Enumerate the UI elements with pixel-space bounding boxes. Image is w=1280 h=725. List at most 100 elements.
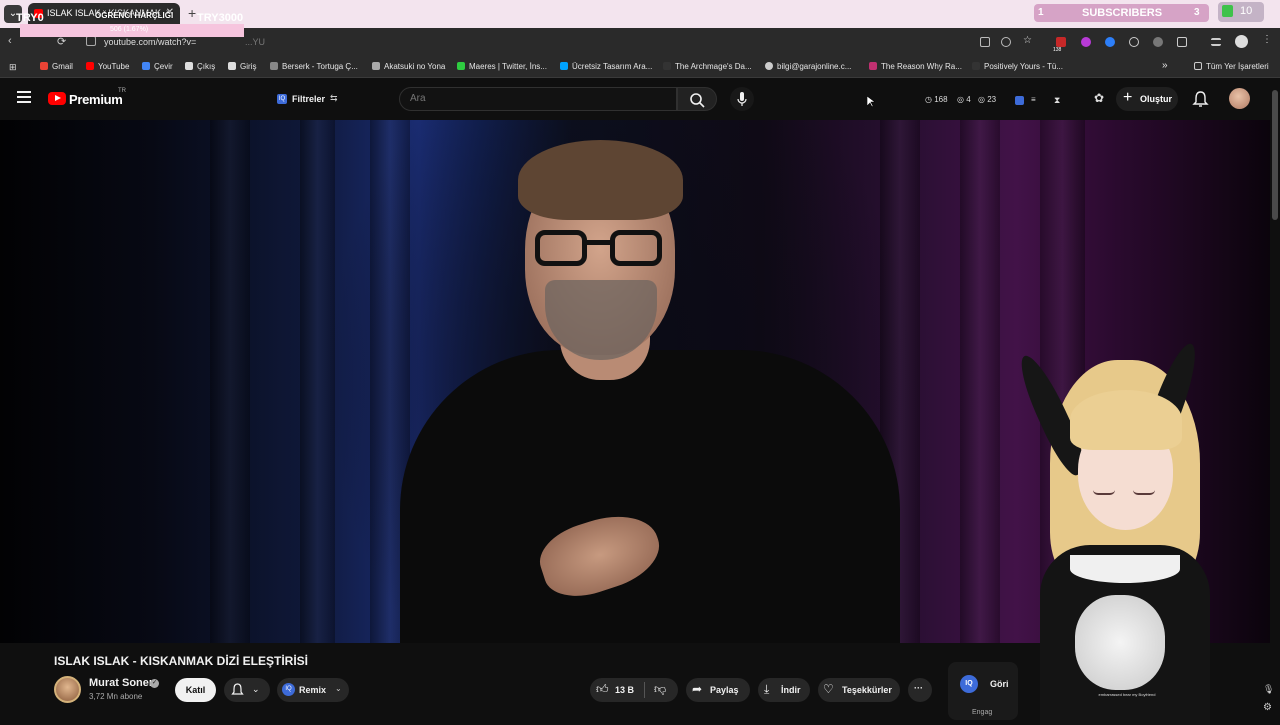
bookmark-cevir[interactable]: Çevir bbox=[142, 62, 173, 71]
youtube-logo-icon[interactable] bbox=[48, 92, 66, 105]
mini-microphone-icon[interactable]: 🎙︎ bbox=[1263, 684, 1274, 695]
bookmark-archmage[interactable]: The Archmage's Da... bbox=[663, 62, 752, 71]
vtuber-shirt-text: embarrassed bear my Boyfriend bbox=[1098, 692, 1156, 697]
dislike-icon[interactable]: 👎︎ bbox=[654, 683, 666, 696]
extension-badge: 138 bbox=[1053, 47, 1062, 53]
create-button[interactable]: + Oluştur bbox=[1116, 87, 1178, 111]
likes-stat: ◎ 4 bbox=[957, 95, 971, 104]
bookmark-youtube[interactable]: YouTube bbox=[86, 62, 129, 71]
extensions-puzzle-icon[interactable] bbox=[1177, 37, 1187, 47]
voice-search-button[interactable] bbox=[730, 87, 754, 111]
side-panel-subtext: Engag bbox=[972, 709, 993, 716]
bell-icon bbox=[231, 683, 244, 695]
bookmark-bilgi[interactable]: bilgi@garajonline.c... bbox=[765, 62, 851, 71]
bookmark-cikis[interactable]: Çıkış bbox=[185, 62, 215, 71]
join-button[interactable]: Katıl bbox=[175, 678, 216, 702]
bookmark-maeres[interactable]: Maeres | Twitter, İns... bbox=[457, 62, 547, 71]
hourglass-icon[interactable]: ⧗ bbox=[1054, 95, 1060, 106]
iq-icon: IQ bbox=[277, 94, 287, 104]
search-icon bbox=[690, 93, 705, 108]
youtube-header: Premium TR IQ Filtreler ⇆ ◷ 168 ◎ 4 ◎ 23… bbox=[0, 78, 1280, 120]
share-icon: ➦ bbox=[692, 682, 703, 696]
donation-goal-label: ÖĞRENCİ HARÇLIĞI bbox=[95, 11, 174, 20]
chevron-down-icon: ⌄ bbox=[252, 684, 260, 694]
presenter-shirt bbox=[400, 350, 900, 643]
menu-icon[interactable] bbox=[17, 91, 31, 103]
views-stat: ◷ 168 bbox=[925, 95, 948, 104]
url-tail[interactable]: ...YU bbox=[245, 37, 265, 47]
new-tab-button[interactable]: + bbox=[188, 5, 196, 21]
bookmark-site-icon bbox=[663, 62, 671, 70]
thanks-label: Teşekkürler bbox=[842, 685, 892, 695]
download-label: İndir bbox=[781, 685, 801, 695]
bookmarks-overflow-button[interactable]: » bbox=[1162, 60, 1168, 71]
translate-icon bbox=[142, 62, 150, 70]
filters-button[interactable]: IQ Filtreler ⇆ bbox=[270, 88, 346, 110]
comments-stat: ◎ 23 bbox=[978, 95, 997, 104]
browser-menu-icon[interactable]: ⋮ bbox=[1262, 34, 1272, 45]
goal-target-amount: TRY3000 bbox=[197, 12, 244, 24]
profile-avatar-icon[interactable] bbox=[1235, 35, 1248, 48]
apps-grid-icon[interactable]: ⊞ bbox=[9, 62, 17, 73]
url-text[interactable]: youtube.com/watch?v= bbox=[104, 37, 196, 47]
bookmark-site-icon bbox=[372, 62, 380, 70]
bookmark-reason[interactable]: The Reason Why Ra... bbox=[869, 62, 962, 71]
bookmark-site-icon bbox=[457, 62, 465, 70]
more-actions-button[interactable]: ··· bbox=[908, 678, 932, 702]
globe-icon bbox=[765, 62, 773, 70]
filters-label: Filtreler bbox=[292, 94, 326, 104]
cast-icon[interactable] bbox=[980, 37, 990, 47]
bookmark-page-icon bbox=[185, 62, 193, 70]
list-icon[interactable]: ≡ bbox=[1031, 95, 1036, 104]
search-box[interactable] bbox=[399, 87, 677, 111]
side-panel-label: Göri bbox=[990, 679, 1009, 689]
bookmark-positively[interactable]: Positively Yours - Tü... bbox=[972, 62, 1063, 71]
more-icon: ··· bbox=[914, 683, 923, 693]
channel-avatar[interactable] bbox=[54, 676, 81, 703]
site-info-icon[interactable] bbox=[86, 36, 96, 46]
subscribers-widget: 1 SUBSCRIBERS 3 bbox=[1034, 4, 1209, 22]
search-button[interactable] bbox=[677, 87, 717, 111]
curtain-fold bbox=[210, 120, 250, 643]
extension-blue-icon[interactable] bbox=[1105, 37, 1115, 47]
extension-purple-icon[interactable] bbox=[1081, 37, 1091, 47]
bulb-icon[interactable] bbox=[1129, 37, 1139, 47]
side-panel-card[interactable]: IQ Göri Engag bbox=[948, 662, 1018, 720]
bookmarks-bar: ⊞ Gmail YouTube Çevir Çıkış Giriş Berser… bbox=[0, 56, 1280, 78]
remix-label: Remix bbox=[299, 685, 327, 695]
all-bookmarks-folder[interactable]: Tüm Yer İşaretleri bbox=[1194, 62, 1269, 71]
hide-eye-icon[interactable] bbox=[1001, 37, 1011, 47]
iq-extension-icon[interactable] bbox=[1015, 96, 1024, 105]
remix-button[interactable]: IQ Remix ⌄ bbox=[277, 678, 349, 702]
mouse-cursor-icon bbox=[867, 96, 875, 108]
channel-name[interactable]: Murat Soner bbox=[89, 677, 153, 689]
donation-progress-bar: 506 (1.67%) bbox=[20, 24, 244, 37]
bookmark-star-icon[interactable]: ☆ bbox=[1023, 35, 1033, 46]
cloud-icon[interactable] bbox=[1153, 37, 1163, 47]
page-scrollbar[interactable] bbox=[1272, 90, 1278, 220]
like-dislike-group: 👍︎ 13 B 👎︎ bbox=[590, 678, 678, 702]
thanks-button[interactable]: ♡ Teşekkürler bbox=[818, 678, 900, 702]
counter-value: 10 bbox=[1240, 5, 1253, 17]
account-avatar[interactable] bbox=[1229, 88, 1250, 109]
curtain-fold bbox=[960, 120, 1000, 643]
bookmark-giris[interactable]: Giriş bbox=[228, 62, 256, 71]
bookmark-gmail[interactable]: Gmail bbox=[40, 62, 73, 71]
subscription-bell-button[interactable]: ⌄ bbox=[224, 678, 270, 702]
share-button[interactable]: ➦ Paylaş bbox=[686, 678, 750, 702]
download-button[interactable]: ⤓ İndir bbox=[758, 678, 810, 702]
reading-list-icon[interactable] bbox=[1211, 38, 1221, 46]
youtube-premium-logo[interactable]: Premium bbox=[69, 92, 123, 107]
like-icon[interactable]: 👍︎ bbox=[596, 683, 609, 696]
extension-red-icon[interactable] bbox=[1056, 37, 1066, 47]
search-input[interactable] bbox=[410, 93, 660, 104]
back-arrow-icon[interactable]: ‹ bbox=[8, 35, 12, 47]
like-count[interactable]: 13 B bbox=[615, 685, 634, 695]
bookmark-berserk[interactable]: Berserk - Tortuga Ç... bbox=[270, 62, 358, 71]
bookmark-ucretsiz[interactable]: Ücretsiz Tasarım Ara... bbox=[560, 62, 652, 71]
notifications-bell-icon[interactable] bbox=[1192, 90, 1209, 108]
bookmark-akatsuki[interactable]: Akatsuki no Yona bbox=[372, 62, 445, 71]
settings-gear-icon[interactable]: ✿ bbox=[1094, 91, 1104, 105]
verified-badge-icon: ✓ bbox=[150, 679, 159, 688]
mini-settings-icon[interactable]: ⚙︎ bbox=[1263, 702, 1272, 713]
